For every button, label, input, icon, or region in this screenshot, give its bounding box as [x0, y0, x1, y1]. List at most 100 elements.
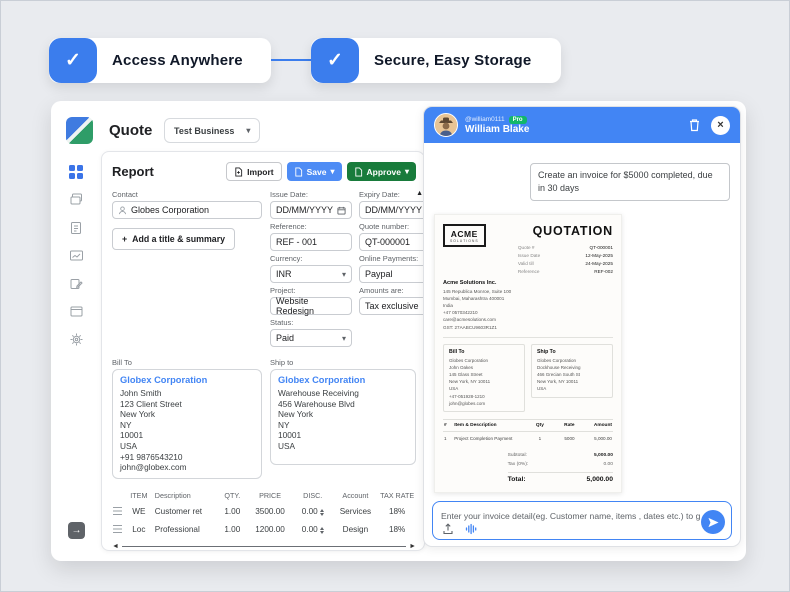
- calendar-icon: [337, 206, 346, 215]
- stepper-icon[interactable]: [320, 527, 324, 534]
- col-item: ITEM: [124, 488, 154, 503]
- scroll-up-icon[interactable]: ▲: [416, 190, 423, 197]
- pv-col-desc: Item & Description: [453, 420, 531, 432]
- sidebar-item-dashboard[interactable]: [68, 163, 85, 180]
- grid-icon: [68, 164, 84, 180]
- invoice-prompt-input[interactable]: [441, 511, 700, 521]
- close-button[interactable]: ×: [711, 116, 730, 135]
- contact-input[interactable]: Globes Corporation: [112, 201, 262, 219]
- ship-to-line: Warehouse Receiving: [278, 388, 408, 399]
- user-avatar-icon: [435, 114, 457, 136]
- import-button[interactable]: Import: [226, 162, 281, 181]
- ship-to-line: 466 Grecian South St: [537, 371, 607, 378]
- bill-to-line: NY: [120, 420, 254, 431]
- currency-select[interactable]: INR ▾: [270, 265, 352, 283]
- table-row[interactable]: Loc Professional 1.00 1200.00 0.00 Desig…: [112, 521, 416, 539]
- online-payments-select[interactable]: Paypal ▾: [359, 265, 425, 283]
- sidebar-item-archive[interactable]: [68, 303, 85, 320]
- issue-date-input[interactable]: DD/MM/YYYY: [270, 201, 352, 219]
- file-icon: [294, 167, 303, 177]
- username: @william0111: [465, 116, 505, 123]
- issue-date-label: Issue Date:: [270, 190, 352, 199]
- upload-icon[interactable]: [442, 523, 454, 535]
- amounts-are-value: Tax exclusive: [365, 301, 419, 311]
- pv-cell-desc: Project Completion Payment: [453, 432, 531, 446]
- add-title-summary-button[interactable]: + Add a title & summary: [112, 228, 235, 250]
- pv-col-qty: Qty: [531, 420, 548, 432]
- quote-number-value: QT-000001: [365, 237, 410, 247]
- bill-to-line: John Smith: [120, 388, 254, 399]
- amounts-are-label: Amounts are:: [359, 286, 425, 295]
- approve-button[interactable]: Approve ▾: [347, 162, 417, 181]
- chevron-down-icon: ▾: [330, 167, 334, 176]
- sidebar-item-estimates[interactable]: [68, 275, 85, 292]
- pv-cell-qty: 1: [531, 432, 548, 446]
- company-line: +47 0570342210: [443, 309, 613, 316]
- stepper-icon[interactable]: [320, 509, 324, 516]
- approve-label: Approve: [367, 167, 401, 177]
- sidebar-item-reports[interactable]: [68, 247, 85, 264]
- sidebar-item-settings[interactable]: [68, 331, 85, 348]
- cell-item[interactable]: Loc: [124, 521, 154, 539]
- expiry-date-input[interactable]: DD/MM/YYYY: [359, 201, 425, 219]
- drag-handle-icon[interactable]: [113, 525, 122, 533]
- online-payments-label: Online Payments:: [359, 254, 425, 263]
- horizontal-scrollbar[interactable]: ◄ ►: [112, 543, 416, 550]
- cell-account[interactable]: Services: [333, 503, 379, 521]
- sidebar-item-invoices[interactable]: [68, 219, 85, 236]
- badge-label: Secure, Easy Storage: [374, 52, 531, 69]
- project-input[interactable]: Website Redesign: [270, 297, 352, 315]
- bill-to-line: +91 9876543210: [120, 452, 254, 463]
- scroll-right-icon[interactable]: ►: [409, 543, 416, 550]
- ship-to-box[interactable]: Globex Corporation Warehouse Receiving 4…: [270, 369, 416, 465]
- trash-icon[interactable]: [688, 118, 701, 132]
- collapse-sidebar-button[interactable]: →: [68, 522, 85, 539]
- scroll-left-icon[interactable]: ◄: [112, 543, 119, 550]
- amounts-are-select[interactable]: Tax exclusive ▾: [359, 297, 425, 315]
- reference-input[interactable]: REF - 001: [270, 233, 352, 251]
- pv-col-amount: Amount: [576, 420, 613, 432]
- cell-tax-rate[interactable]: 18%: [378, 503, 416, 521]
- quote-number-input[interactable]: QT-000001: [359, 233, 425, 251]
- issue-date-value: DD/MM/YYYY: [276, 205, 333, 215]
- status-select[interactable]: Paid ▾: [270, 329, 352, 347]
- business-selector-value: Test Business: [174, 126, 234, 136]
- sidebar-item-documents[interactable]: [68, 191, 85, 208]
- page-title: Quote: [109, 122, 152, 139]
- table-row[interactable]: WE Customer ret 1.00 3500.00 0.00 Servic…: [112, 503, 416, 521]
- ship-to-line: USA: [278, 441, 408, 452]
- cell-disc[interactable]: 0.00: [302, 507, 318, 516]
- cell-qty[interactable]: 1.00: [217, 521, 247, 539]
- cell-item[interactable]: WE: [124, 503, 154, 521]
- ship-to-name-link[interactable]: Globex Corporation: [278, 375, 408, 387]
- sidebar: [51, 163, 101, 348]
- drag-handle-icon[interactable]: [113, 507, 122, 515]
- badge-access-anywhere: ✓ Access Anywhere: [49, 38, 271, 83]
- bill-to-name-link[interactable]: Globex Corporation: [120, 375, 254, 387]
- invoice-prompt-box[interactable]: [432, 501, 732, 540]
- scrollbar-track[interactable]: [122, 546, 406, 548]
- cell-description[interactable]: Professional: [154, 521, 218, 539]
- contact-value: Globes Corporation: [131, 205, 209, 215]
- cell-description[interactable]: Customer ret: [154, 503, 218, 521]
- voice-waveform-icon[interactable]: [465, 523, 478, 535]
- bill-to-box[interactable]: Globex Corporation John Smith 123 Client…: [112, 369, 262, 479]
- file-icon: [354, 167, 363, 177]
- col-tax-rate: TAX RATE: [378, 488, 416, 503]
- cell-price[interactable]: 3500.00: [247, 503, 293, 521]
- app-window: Quote Test Business ▾: [51, 101, 746, 561]
- pv-tax-label: Tax (0%):: [508, 460, 529, 469]
- col-disc: DISC.: [293, 488, 333, 503]
- cell-tax-rate[interactable]: 18%: [378, 521, 416, 539]
- save-button[interactable]: Save ▾: [287, 162, 342, 181]
- cell-price[interactable]: 1200.00: [247, 521, 293, 539]
- user-message: Create an invoice for $5000 completed, d…: [530, 163, 730, 201]
- cell-disc[interactable]: 0.00: [302, 525, 318, 534]
- send-button[interactable]: [701, 510, 725, 534]
- business-selector[interactable]: Test Business ▾: [164, 118, 260, 143]
- cell-account[interactable]: Design: [333, 521, 379, 539]
- quotation-preview[interactable]: ACME SOLUTIONS QUOTATION Quote #QT-00000…: [434, 214, 622, 493]
- col-account: Account: [333, 488, 379, 503]
- ship-to-label: Ship To: [537, 349, 607, 355]
- cell-qty[interactable]: 1.00: [217, 503, 247, 521]
